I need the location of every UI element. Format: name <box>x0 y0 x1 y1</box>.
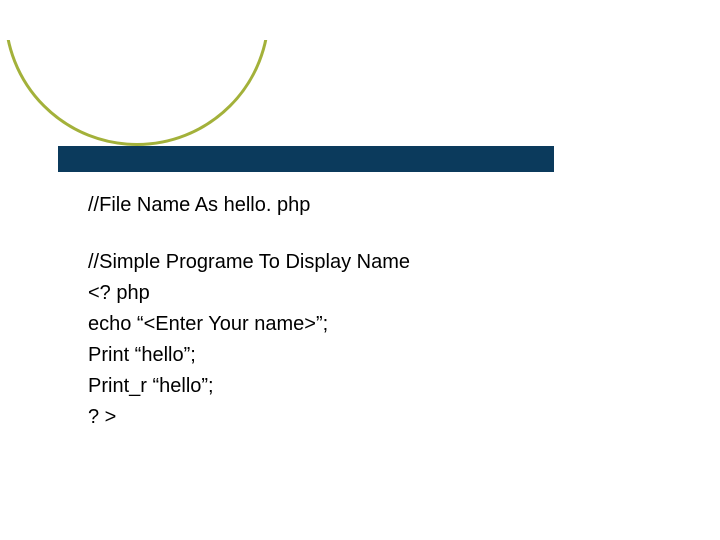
paragraph-2: //Simple Programe To Display Name <? php… <box>88 247 648 433</box>
paragraph-1: //File Name As hello. php <box>88 190 648 221</box>
code-line: echo “<Enter Your name>”; <box>88 309 648 340</box>
code-line: Print “hello”; <box>88 340 648 371</box>
slide: //File Name As hello. php //Simple Progr… <box>0 0 720 540</box>
body-text: //File Name As hello. php //Simple Progr… <box>88 190 648 459</box>
code-line: Print_r “hello”; <box>88 371 648 402</box>
decorative-arc-mask <box>0 0 720 40</box>
title-bar <box>58 146 554 172</box>
code-line: //File Name As hello. php <box>88 190 648 221</box>
code-line: <? php <box>88 278 648 309</box>
code-line: ? > <box>88 402 648 433</box>
code-line: //Simple Programe To Display Name <box>88 247 648 278</box>
